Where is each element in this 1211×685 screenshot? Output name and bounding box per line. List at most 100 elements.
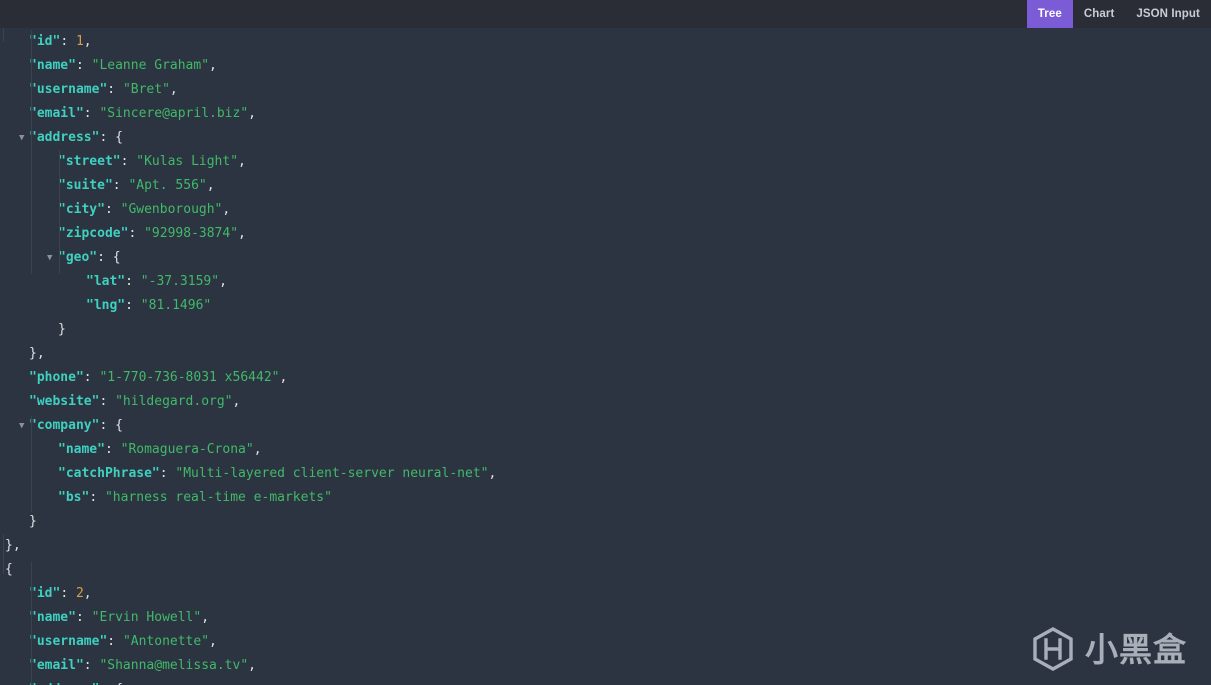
json-line[interactable]: "bs": "harness real-time e-markets" xyxy=(0,486,1211,510)
json-string-value: "Gwenborough" xyxy=(120,202,223,217)
json-line[interactable]: "id": 1, xyxy=(0,30,1211,54)
json-string-value: "1-770-736-8031 x56442" xyxy=(99,370,280,385)
json-key: "company" xyxy=(29,418,100,433)
json-string-value: "hildegard.org" xyxy=(115,394,233,409)
json-line[interactable]: "zipcode": "92998-3874", xyxy=(0,222,1211,246)
json-punctuation: : xyxy=(112,178,129,193)
json-line[interactable]: "phone": "1-770-736-8031 x56442", xyxy=(0,366,1211,390)
json-line[interactable]: ▼"address": { xyxy=(0,678,1211,685)
json-punctuation: , xyxy=(232,394,241,409)
tab-json-input[interactable]: JSON Input xyxy=(1125,0,1211,28)
json-punctuation: , xyxy=(248,106,256,121)
json-line[interactable]: ▼ "address": { xyxy=(0,126,1211,150)
json-punctuation: { xyxy=(5,562,13,577)
json-punctuation: , xyxy=(488,466,497,481)
json-string-value: "Leanne Graham" xyxy=(91,58,210,73)
json-line[interactable]: }, xyxy=(0,342,1211,366)
json-punctuation: : xyxy=(120,154,137,169)
json-punctuation: : xyxy=(89,490,105,505)
json-line[interactable]: } xyxy=(0,318,1211,342)
json-line[interactable]: "catchPhrase": "Multi-layered client-ser… xyxy=(0,462,1211,486)
json-punctuation: , xyxy=(209,634,217,649)
json-line[interactable]: }, xyxy=(0,534,1211,558)
json-key: "lat" xyxy=(86,274,126,289)
json-punctuation: , xyxy=(201,610,210,625)
json-string-value: "Romaguera-Crona" xyxy=(120,442,254,457)
json-line[interactable]: "lat": "-37.3159", xyxy=(0,270,1211,294)
json-line[interactable]: "suite": "Apt. 556", xyxy=(0,174,1211,198)
json-line[interactable]: "street": "Kulas Light", xyxy=(0,150,1211,174)
json-line[interactable]: "name": "Ervin Howell", xyxy=(0,606,1211,630)
json-key: "address" xyxy=(29,130,100,145)
json-punctuation: , xyxy=(279,370,288,385)
json-key: "email" xyxy=(29,658,84,673)
json-string-value: "Shanna@melissa.tv" xyxy=(99,658,249,673)
json-punctuation: : xyxy=(128,226,145,241)
json-punctuation: , xyxy=(219,274,227,289)
json-number-value: 1 xyxy=(75,34,84,49)
json-punctuation: : xyxy=(107,634,123,649)
json-key: "email" xyxy=(29,106,84,121)
json-string-value: "81.1496" xyxy=(140,298,212,313)
chevron-down-icon[interactable]: ▼ xyxy=(47,246,52,270)
json-string-value: "Multi-layered client-server neural-net" xyxy=(175,466,489,481)
json-line[interactable]: "website": "hildegard.org", xyxy=(0,390,1211,414)
json-punctuation: : xyxy=(159,466,176,481)
json-line[interactable]: } xyxy=(0,510,1211,534)
json-string-value: "Sincere@april.biz" xyxy=(99,106,249,121)
json-line[interactable]: ▼ "company": { xyxy=(0,414,1211,438)
json-key: "name" xyxy=(29,58,76,73)
json-punctuation: : xyxy=(60,34,76,49)
json-key: "phone" xyxy=(29,370,84,385)
chevron-down-icon[interactable]: ▼ xyxy=(19,126,24,150)
json-punctuation: , xyxy=(209,58,217,73)
json-key: "catchPhrase" xyxy=(58,466,160,481)
indent-guide-line xyxy=(59,150,60,274)
json-line[interactable]: ▼ "geo": { xyxy=(0,246,1211,270)
indent-guide-line xyxy=(31,562,32,685)
json-tree-viewer[interactable]: {"id": 1,"name": "Leanne Graham","userna… xyxy=(0,0,1211,685)
json-key: "lng" xyxy=(86,298,126,313)
json-key: "website" xyxy=(29,394,100,409)
tab-tree[interactable]: Tree xyxy=(1026,0,1073,28)
json-punctuation: : xyxy=(75,610,92,625)
tab-chart[interactable]: Chart xyxy=(1073,0,1126,28)
json-key: "id" xyxy=(29,34,61,49)
json-punctuation: } xyxy=(29,514,37,529)
json-punctuation: }, xyxy=(5,538,21,553)
json-punctuation: , xyxy=(206,178,215,193)
json-punctuation: }, xyxy=(29,346,45,361)
json-line[interactable]: "name": "Romaguera-Crona", xyxy=(0,438,1211,462)
json-punctuation: : xyxy=(75,58,92,73)
json-punctuation: } xyxy=(58,322,66,337)
json-punctuation: : xyxy=(125,298,141,313)
json-key: "city" xyxy=(58,202,105,217)
json-key: "geo" xyxy=(58,250,98,265)
indent-guide-line xyxy=(31,416,32,512)
json-key: "bs" xyxy=(58,490,90,505)
json-line[interactable]: "username": "Antonette", xyxy=(0,630,1211,654)
view-mode-tab-bar: Tree Chart JSON Input xyxy=(0,0,1211,28)
chevron-down-icon[interactable]: ▼ xyxy=(19,678,24,685)
json-line[interactable]: "email": "Sincere@april.biz", xyxy=(0,102,1211,126)
json-string-value: "Apt. 556" xyxy=(128,178,207,193)
json-string-value: "harness real-time e-markets" xyxy=(104,490,332,505)
json-punctuation: : { xyxy=(99,130,123,145)
json-punctuation: : xyxy=(99,394,116,409)
json-key: "id" xyxy=(29,586,61,601)
json-line[interactable]: { xyxy=(0,558,1211,582)
json-punctuation: , xyxy=(222,202,231,217)
json-key: "street" xyxy=(58,154,121,169)
json-punctuation: : xyxy=(125,274,141,289)
json-line[interactable]: "lng": "81.1496" xyxy=(0,294,1211,318)
json-line[interactable]: "name": "Leanne Graham", xyxy=(0,54,1211,78)
json-line[interactable]: "username": "Bret", xyxy=(0,78,1211,102)
json-punctuation: : xyxy=(83,106,100,121)
json-line[interactable]: "city": "Gwenborough", xyxy=(0,198,1211,222)
json-key: "name" xyxy=(58,442,105,457)
json-line[interactable]: "email": "Shanna@melissa.tv", xyxy=(0,654,1211,678)
json-punctuation: : xyxy=(60,586,76,601)
json-line[interactable]: "id": 2, xyxy=(0,582,1211,606)
chevron-down-icon[interactable]: ▼ xyxy=(19,414,24,438)
json-key: "username" xyxy=(29,82,108,97)
